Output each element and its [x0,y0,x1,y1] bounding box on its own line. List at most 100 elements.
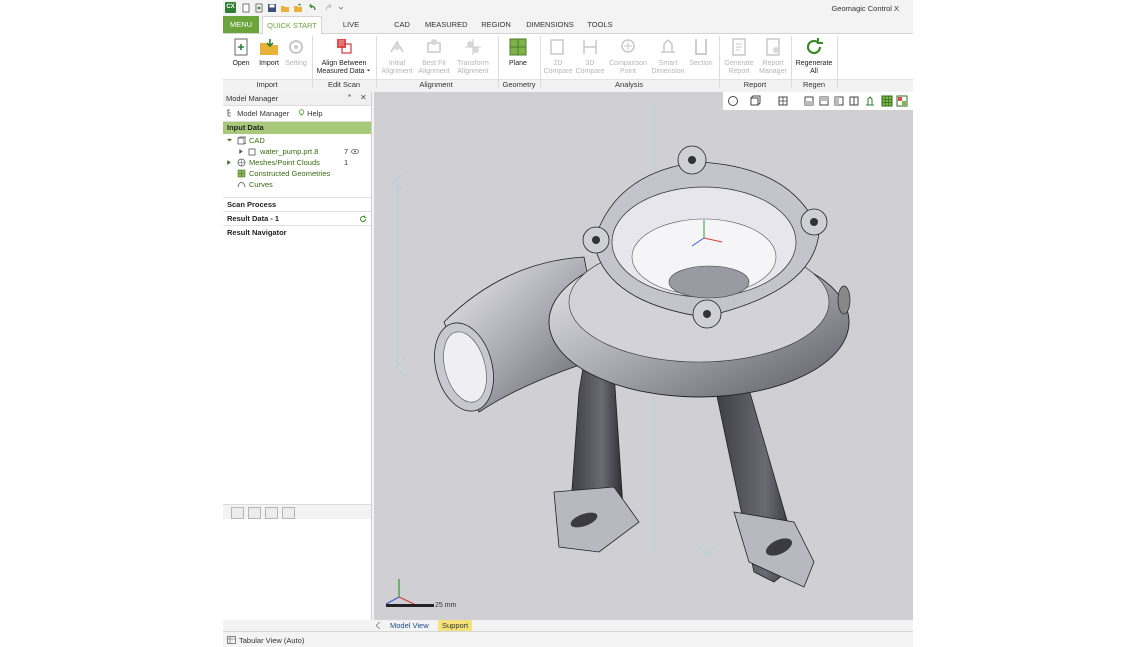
2d-compare-label-2: Compare [543,68,573,75]
tree-item-constructed[interactable]: Constructed Geometries [223,168,371,179]
gear-icon [289,40,303,54]
best-fit-alignment-button[interactable]: Best Fit Alignment [417,36,451,76]
best-fit-label-2: Alignment [418,68,450,75]
panel-tool-2-icon[interactable] [248,507,261,519]
open-label: Open [232,60,250,67]
refresh-icon[interactable] [359,215,367,223]
tabular-view-toggle[interactable]: Tabular View (Auto) [239,636,304,645]
generate-report-label-2: Report [728,68,750,75]
comparison-point-label-1: Comparison [609,60,647,67]
tree-item-file[interactable]: water_pump.prt.8 7 [223,146,371,157]
panel-tool-1-icon[interactable] [231,507,244,519]
plane-icon [509,38,527,56]
regenerate-label-1: Regenerate [795,60,833,67]
undo-icon[interactable] [307,3,317,13]
new-file-icon[interactable] [241,3,251,13]
pin-icon[interactable]: * [348,93,351,102]
panel-tool-3-icon[interactable] [265,507,278,519]
water-pump-model[interactable] [425,145,851,588]
tab-live-capture[interactable]: LIVE CAPTURE [326,16,376,46]
folder-export-icon[interactable] [293,3,303,13]
generate-report-label-1: Generate [724,60,754,67]
initial-alignment-label-2: Alignment [381,68,413,75]
tree-item-meshes[interactable]: Meshes/Point Clouds 1 [223,157,371,168]
section-button[interactable]: Section [687,36,715,68]
3d-compare-button[interactable]: 3D Compare [575,36,605,76]
tab-model-manager[interactable]: Model Manager [226,109,290,118]
regenerate-all-button[interactable]: Regenerate All [793,36,835,76]
panel-tool-4-icon[interactable] [282,507,295,519]
tab-quick-start[interactable]: QUICK START [262,16,322,34]
import-button[interactable]: Import [256,36,282,68]
table-icon [227,636,236,644]
tab-support[interactable]: Support [438,620,473,631]
tab-model-view[interactable]: Model View [386,620,433,631]
group-label-import: Import [256,80,278,89]
report-manager-label-1: Report [762,60,784,67]
tab-tools[interactable]: TOOLS [587,16,613,33]
transform-alignment-button[interactable]: Transform Alignment [454,36,492,76]
chevron-right-icon[interactable] [227,160,231,165]
2d-compare-icon [550,39,564,55]
app-logo-icon: CX [225,2,236,13]
report-manager-button[interactable]: Report Manager [756,36,790,76]
quick-access-dropdown-icon[interactable] [336,3,346,13]
3d-viewport[interactable]: 25 mm [374,92,913,620]
title-bar: CX Geomagic Control X [223,0,913,16]
tab-help[interactable]: Help [298,109,323,118]
result-data-header[interactable]: Result Data - 1 [223,211,371,225]
chevron-right-icon[interactable] [239,149,243,154]
2d-compare-button[interactable]: 2D Compare [543,36,573,76]
chevron-left-icon[interactable] [376,622,381,629]
group-label-report: Report [743,80,767,89]
open-button[interactable]: Open [230,36,252,68]
redo-icon[interactable] [324,3,334,13]
scale-bar [386,604,434,607]
comparison-point-label-2: Point [620,68,636,75]
tree-icon [227,109,231,117]
result-navigator-header[interactable]: Result Navigator [223,225,371,239]
smart-dimension-button[interactable]: Smart Dimension [650,36,686,76]
scan-process-header[interactable]: Scan Process [223,197,371,211]
tab-cad[interactable]: CAD [390,16,414,33]
transform-alignment-icon [465,39,481,55]
chevron-down-icon[interactable] [227,138,232,143]
align-icon [337,39,352,54]
open-icon [234,38,248,56]
smart-dimension-icon [661,38,675,53]
setting-button[interactable]: Setting [283,36,309,68]
report-manager-icon [766,38,780,56]
cad-cube-icon [237,136,246,145]
eye-icon[interactable] [351,148,359,155]
tab-region[interactable]: REGION [480,16,512,33]
group-label-analysis: Analysis [615,80,643,89]
group-label-edit-scan: Edit Scan [327,80,361,89]
save-icon[interactable] [267,3,277,13]
app-title: Geomagic Control X [831,4,899,13]
tab-measured[interactable]: MEASURED [425,16,468,33]
regenerate-label-2: All [810,68,818,75]
result-data-label: Result Data - 1 [227,214,280,223]
2d-compare-label-1: 2D [553,60,563,67]
group-label-alignment: Alignment [419,80,453,89]
tab-model-manager-label: Model Manager [237,109,290,118]
close-icon[interactable]: ✕ [360,93,367,102]
plane-button[interactable]: Plane [504,36,532,68]
align-between-measured-data-button[interactable]: Align Between Measured Data [315,36,373,76]
scene [385,102,851,607]
import-icon[interactable] [254,3,264,13]
initial-alignment-button[interactable]: Initial Alignment [380,36,414,76]
plane-label: Plane [509,60,527,67]
ribbon-tabs: MENU QUICK START LIVE CAPTURE CAD MEASUR… [223,16,913,46]
comparison-point-button[interactable]: Comparison Point [607,36,649,76]
grid-icon [237,169,246,178]
open-folder-icon[interactable] [280,3,290,13]
tree-item-cad[interactable]: CAD [223,135,371,146]
tab-dimensions[interactable]: DIMENSIONS [526,16,574,33]
tab-menu[interactable]: MENU [223,16,259,33]
chevron-down-icon [367,69,371,72]
group-label-regen: Regen [802,80,826,89]
input-data-header[interactable]: Input Data [223,122,371,134]
tree-item-curves[interactable]: Curves [223,179,371,190]
generate-report-button[interactable]: Generate Report [722,36,756,76]
